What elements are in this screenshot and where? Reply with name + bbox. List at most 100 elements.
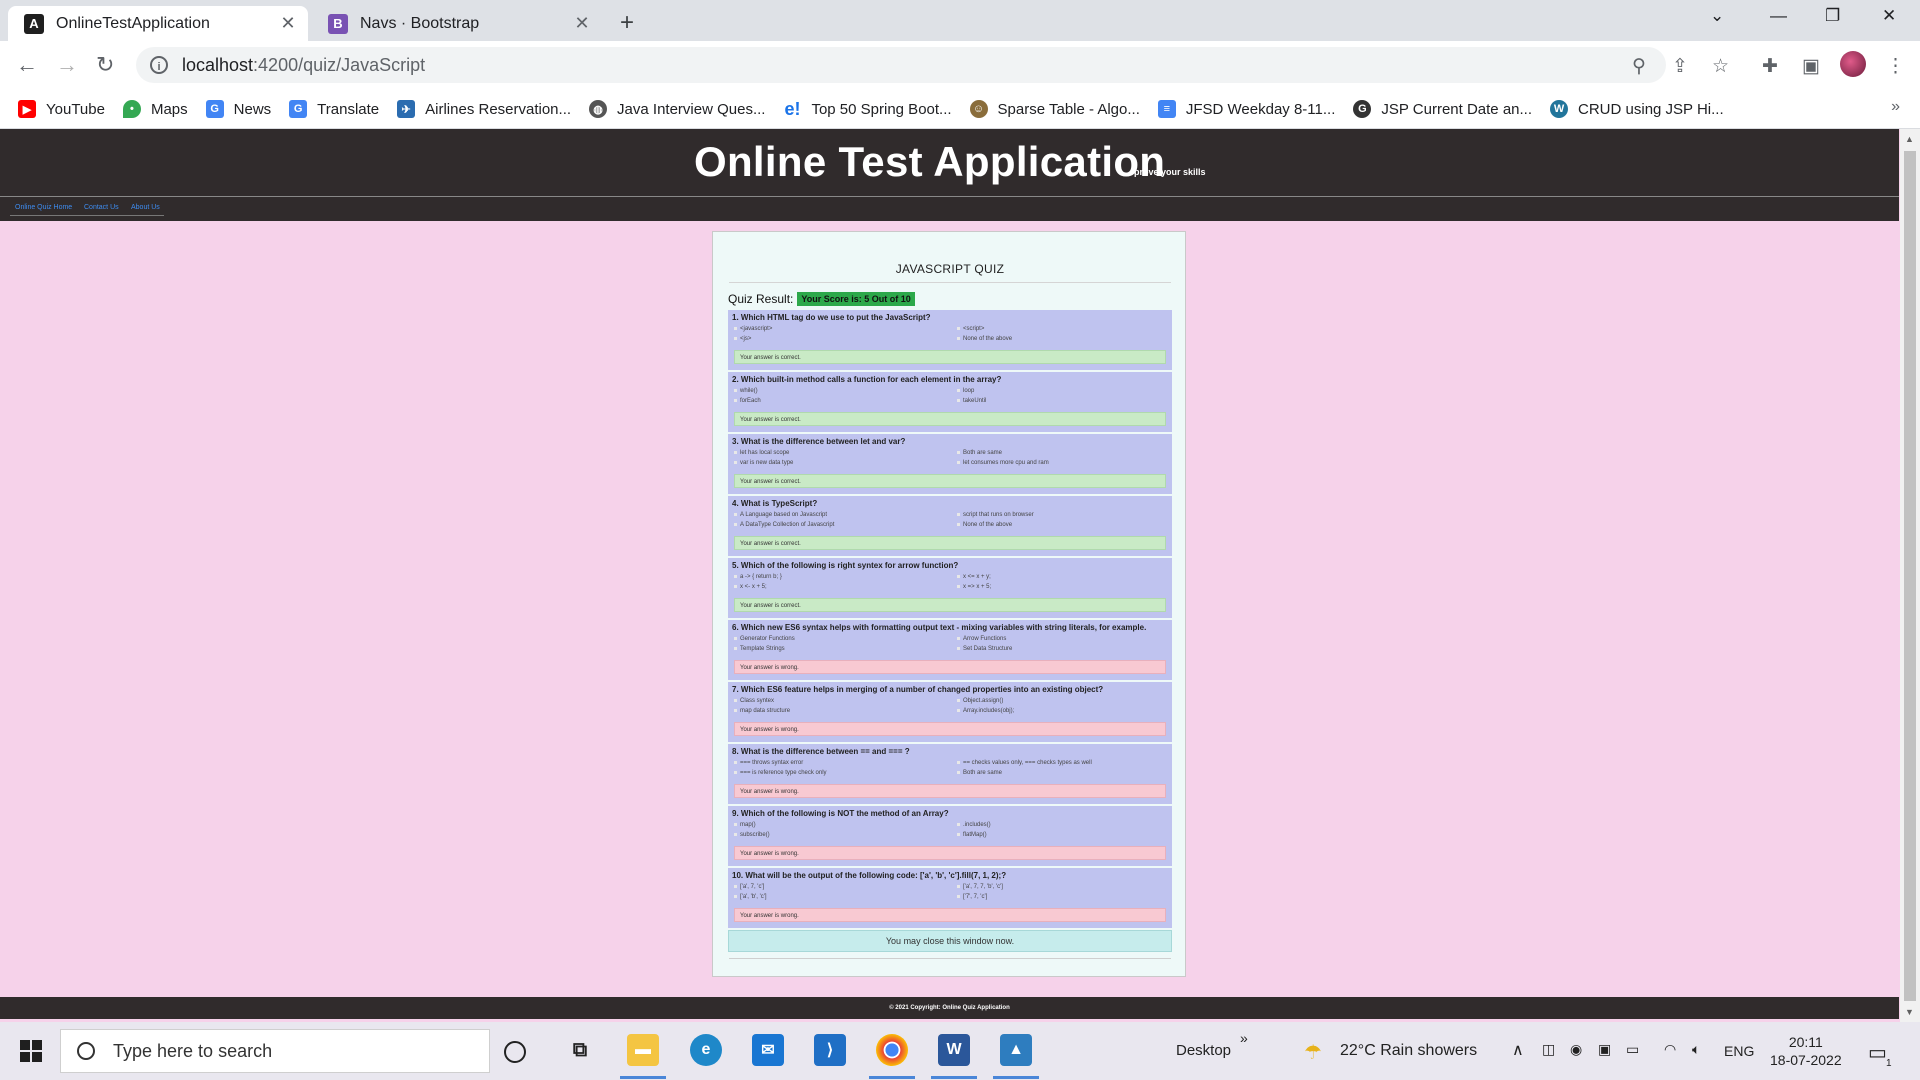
- answer-option[interactable]: ['a', 7, 7, 'b', 'c']: [957, 884, 1003, 890]
- bookmark-news[interactable]: G News: [205, 100, 271, 118]
- answer-option[interactable]: Both are same: [957, 450, 1002, 456]
- answer-option[interactable]: Generator Functions: [734, 636, 795, 642]
- checkbox-icon[interactable]: [734, 884, 737, 888]
- answer-option[interactable]: x => x + 5;: [957, 584, 991, 590]
- close-tab-icon[interactable]: ✕: [276, 13, 300, 34]
- task-view-icon[interactable]: ⧉: [564, 1034, 596, 1066]
- wifi-icon[interactable]: ◠: [1664, 1041, 1676, 1058]
- vscode-icon[interactable]: ⟩: [814, 1034, 846, 1066]
- antivirus-icon[interactable]: ◉: [1570, 1041, 1582, 1058]
- checkbox-icon[interactable]: [734, 388, 737, 392]
- checkbox-icon[interactable]: [957, 336, 960, 340]
- forward-icon[interactable]: →: [56, 52, 78, 78]
- file-explorer-icon[interactable]: ▬: [627, 1034, 659, 1066]
- checkbox-icon[interactable]: [734, 584, 737, 588]
- answer-option[interactable]: <js>: [734, 336, 751, 342]
- close-tab-icon[interactable]: ✕: [570, 13, 594, 34]
- checkbox-icon[interactable]: [734, 760, 737, 764]
- answer-option[interactable]: Template Strings: [734, 646, 785, 652]
- answer-option[interactable]: x <- x + 5;: [734, 584, 767, 590]
- checkbox-icon[interactable]: [957, 760, 960, 764]
- mail-icon[interactable]: ✉: [752, 1034, 784, 1066]
- answer-option[interactable]: A Language based on Javascript: [734, 512, 827, 518]
- taskbar-search[interactable]: Type here to search: [60, 1029, 490, 1073]
- checkbox-icon[interactable]: [734, 512, 737, 516]
- answer-option[interactable]: map data structure: [734, 708, 790, 714]
- checkbox-icon[interactable]: [734, 894, 737, 898]
- checkbox-icon[interactable]: [734, 398, 737, 402]
- bookmark-crud-jsp[interactable]: W CRUD using JSP Hi...: [1550, 100, 1724, 118]
- volume-icon[interactable]: 🔈︎: [1692, 1041, 1700, 1058]
- tab-onlinetestapplication[interactable]: A OnlineTestApplication ✕: [8, 6, 308, 41]
- answer-option[interactable]: let has local scope: [734, 450, 789, 456]
- answer-option[interactable]: script that runs on browser: [957, 512, 1034, 518]
- checkbox-icon[interactable]: [734, 326, 737, 330]
- cortana-icon[interactable]: [504, 1041, 526, 1063]
- answer-option[interactable]: a -> { return b; }: [734, 574, 782, 580]
- tab-search-icon[interactable]: ⌄: [1710, 6, 1724, 26]
- checkbox-icon[interactable]: [957, 770, 960, 774]
- checkbox-icon[interactable]: [957, 522, 960, 526]
- answer-option[interactable]: ['7', 7, 'c']: [957, 894, 987, 900]
- answer-option[interactable]: x <= x + y;: [957, 574, 991, 580]
- answer-option[interactable]: .includes(): [957, 822, 991, 828]
- answer-option[interactable]: loop: [957, 388, 974, 394]
- checkbox-icon[interactable]: [957, 708, 960, 712]
- checkbox-icon[interactable]: [734, 460, 737, 464]
- checkbox-icon[interactable]: [734, 522, 737, 526]
- answer-option[interactable]: map(): [734, 822, 756, 828]
- answer-option[interactable]: Both are same: [957, 770, 1002, 776]
- answer-option[interactable]: === throws syntax error: [734, 760, 803, 766]
- nav-online-quiz-home[interactable]: Online Quiz Home: [15, 204, 72, 211]
- checkbox-icon[interactable]: [957, 574, 960, 578]
- bookmark-maps[interactable]: • Maps: [122, 100, 188, 118]
- answer-option[interactable]: === is reference type check only: [734, 770, 827, 776]
- menu-icon[interactable]: ⋮: [1886, 55, 1905, 78]
- security-icon[interactable]: ▣: [1598, 1041, 1611, 1058]
- answer-option[interactable]: let consumes more cpu and ram: [957, 460, 1049, 466]
- answer-option[interactable]: flatMap(): [957, 832, 987, 838]
- checkbox-icon[interactable]: [734, 708, 737, 712]
- notifications-icon[interactable]: ▭: [1868, 1040, 1887, 1065]
- scroll-down-icon[interactable]: ▼: [1905, 1007, 1914, 1017]
- bookmark-youtube[interactable]: ▶ YouTube: [18, 100, 105, 118]
- checkbox-icon[interactable]: [957, 460, 960, 464]
- meet-now-icon[interactable]: ◫: [1542, 1041, 1555, 1058]
- zoom-icon[interactable]: ⚲: [1632, 55, 1646, 78]
- checkbox-icon[interactable]: [957, 636, 960, 640]
- checkbox-icon[interactable]: [957, 326, 960, 330]
- extensions-icon[interactable]: ✚: [1762, 55, 1778, 78]
- checkbox-icon[interactable]: [957, 884, 960, 888]
- nav-contact-us[interactable]: Contact Us: [84, 204, 119, 211]
- bookmark-sparse-table[interactable]: ☺ Sparse Table - Algo...: [969, 100, 1140, 118]
- checkbox-icon[interactable]: [957, 646, 960, 650]
- show-hidden-icons-icon[interactable]: ∧: [1512, 1040, 1524, 1060]
- windows-start-icon[interactable]: [20, 1040, 42, 1062]
- nav-about-us[interactable]: About Us: [131, 204, 160, 211]
- answer-option[interactable]: takeUntil: [957, 398, 986, 404]
- checkbox-icon[interactable]: [734, 832, 737, 836]
- answer-option[interactable]: None of the above: [957, 522, 1012, 528]
- profile-avatar[interactable]: [1840, 51, 1866, 77]
- answer-option[interactable]: Arrow Functions: [957, 636, 1006, 642]
- desktop-toolbar-label[interactable]: Desktop: [1176, 1042, 1231, 1059]
- answer-option[interactable]: while(): [734, 388, 758, 394]
- checkbox-icon[interactable]: [957, 512, 960, 516]
- answer-option[interactable]: forEach: [734, 398, 761, 404]
- checkbox-icon[interactable]: [734, 770, 737, 774]
- battery-icon[interactable]: ▭: [1626, 1041, 1639, 1058]
- answer-option[interactable]: subscribe(): [734, 832, 770, 838]
- bookmark-translate[interactable]: G Translate: [289, 100, 379, 118]
- checkbox-icon[interactable]: [957, 698, 960, 702]
- answer-option[interactable]: Set Data Structure: [957, 646, 1012, 652]
- bookmark-spring-boot[interactable]: e! Top 50 Spring Boot...: [783, 99, 951, 119]
- reload-icon[interactable]: ↻: [96, 52, 114, 78]
- side-panel-icon[interactable]: ▣: [1802, 55, 1820, 78]
- toolbar-chevron-icon[interactable]: »: [1240, 1030, 1248, 1046]
- checkbox-icon[interactable]: [957, 450, 960, 454]
- answer-option[interactable]: A DataType Collection of Javascript: [734, 522, 834, 528]
- new-tab-button[interactable]: +: [620, 9, 634, 37]
- bookmark-java-interview[interactable]: ◍ Java Interview Ques...: [589, 100, 765, 118]
- answer-option[interactable]: Class syntex: [734, 698, 774, 704]
- answer-option[interactable]: Object.assign(): [957, 698, 1003, 704]
